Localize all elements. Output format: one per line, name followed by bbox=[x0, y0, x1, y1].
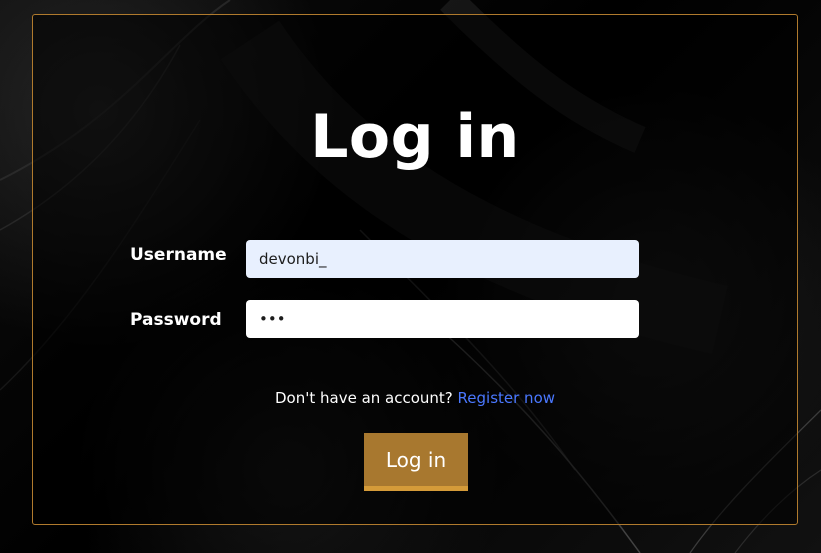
login-card: Log in Username Password Don't have an a… bbox=[32, 14, 798, 525]
register-prompt-text: Don't have an account? bbox=[274, 389, 458, 407]
username-label: Username bbox=[130, 245, 227, 265]
password-input[interactable] bbox=[246, 300, 639, 338]
username-input[interactable] bbox=[246, 240, 639, 278]
page-title: Log in bbox=[310, 102, 520, 172]
password-label: Password bbox=[130, 310, 222, 330]
register-prompt-row: Don't have an account? Register now bbox=[33, 389, 797, 407]
login-button[interactable]: Log in bbox=[364, 433, 468, 491]
login-page: Log in Username Password Don't have an a… bbox=[0, 0, 821, 553]
register-link[interactable]: Register now bbox=[458, 389, 555, 407]
